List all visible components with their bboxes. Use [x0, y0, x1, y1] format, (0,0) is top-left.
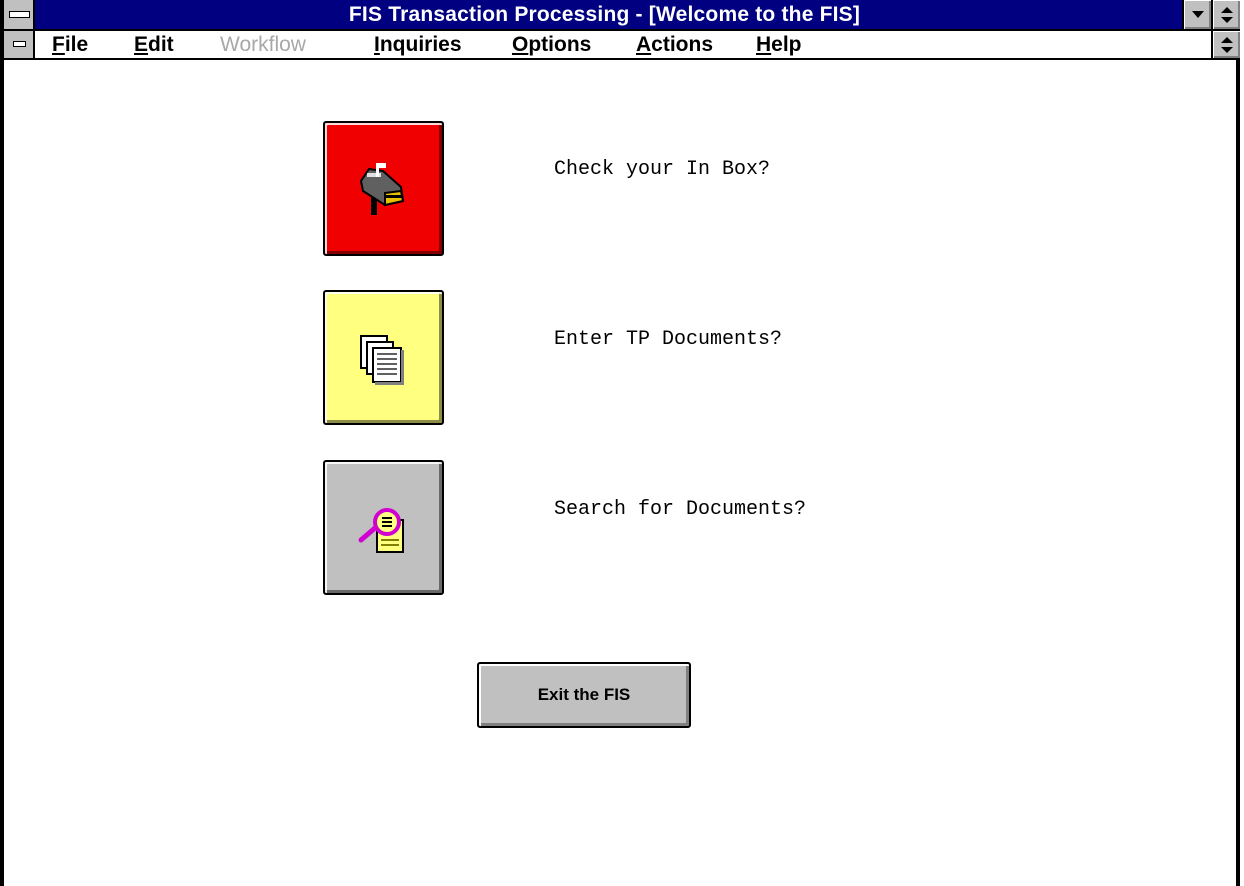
document-system-menu-button[interactable] — [4, 31, 35, 58]
minimize-button[interactable] — [1182, 0, 1211, 29]
menu-help[interactable]: Help — [756, 31, 802, 58]
up-down-arrows-icon — [1220, 37, 1233, 53]
down-triangle-icon — [1191, 11, 1204, 18]
maximize-button[interactable] — [1211, 0, 1240, 29]
menu-actions[interactable]: Actions — [636, 31, 713, 58]
menu-file[interactable]: File — [52, 31, 88, 58]
menu-bar: File Edit Workflow Inquiries Options Act… — [4, 31, 1240, 60]
search-documents-button[interactable] — [323, 460, 444, 595]
search-documents-label: Search for Documents? — [554, 498, 807, 521]
mailbox-icon — [359, 163, 405, 215]
document-restore-button[interactable] — [1211, 31, 1240, 58]
enter-tp-documents-button[interactable] — [323, 290, 444, 425]
check-inbox-button[interactable] — [323, 121, 444, 256]
up-down-arrows-icon — [1220, 7, 1233, 23]
window-title: FIS Transaction Processing - [Welcome to… — [348, 3, 861, 26]
menu-workflow[interactable]: Workflow — [220, 31, 306, 58]
magnifier-document-icon — [358, 508, 404, 553]
exit-button[interactable]: Exit the FIS — [477, 662, 691, 728]
menu-options[interactable]: Options — [512, 31, 591, 58]
menu-inquiries[interactable]: Inquiries — [374, 31, 462, 58]
app-window: FIS Transaction Processing - [Welcome to… — [0, 0, 1240, 886]
check-inbox-label: Check your In Box? — [554, 158, 771, 181]
system-menu-button[interactable] — [4, 0, 35, 29]
enter-tp-documents-label: Enter TP Documents? — [554, 328, 783, 351]
menu-edit[interactable]: Edit — [134, 31, 174, 58]
title-bar[interactable]: FIS Transaction Processing - [Welcome to… — [4, 0, 1240, 31]
documents-icon — [360, 335, 404, 385]
